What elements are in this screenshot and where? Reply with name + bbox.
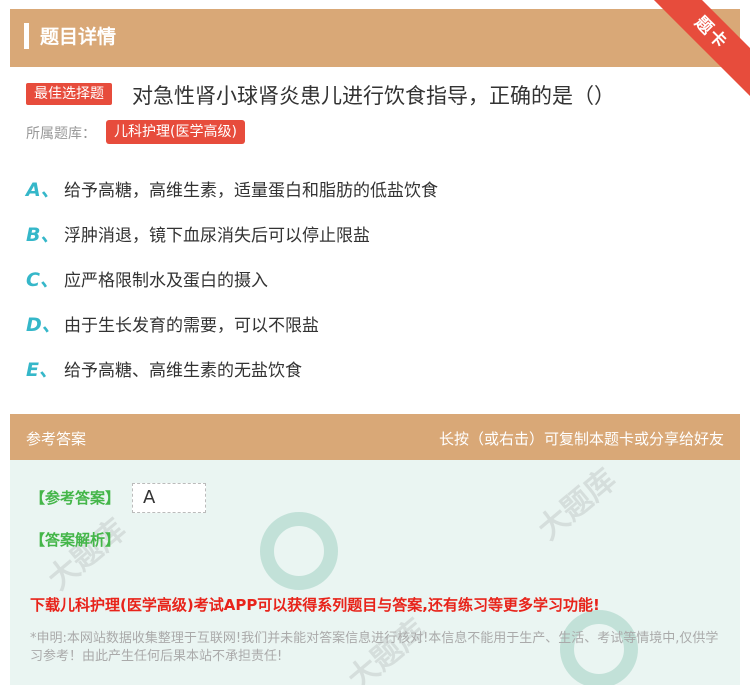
option-letter: C、 [26, 269, 59, 291]
option-c[interactable]: C、 应严格限制水及蛋白的摄入 [26, 265, 726, 310]
option-letter: B、 [26, 224, 60, 246]
question-text: 对急性肾小球肾炎患儿进行饮食指导，正确的是（） [132, 84, 615, 108]
answer-section-title: 参考答案 [26, 430, 87, 448]
option-letter: D、 [26, 314, 61, 336]
option-text: 浮肿消退，镜下血尿消失后可以停止限盐 [64, 226, 370, 246]
answer-panel: ⼤题库 ⼤题库 ⼤题库 【参考答案】 A 【答案解析】 下载儿科护理(医学高级)… [10, 460, 740, 685]
answer-analysis-label: 【答案解析】 [30, 531, 121, 549]
option-letter: E、 [26, 359, 58, 381]
bank-label: 所属题库： [26, 126, 96, 142]
share-hint: 长按（或右击）可复制本题卡或分享给好友 [438, 430, 724, 448]
watermark: ⼤题库 [41, 512, 133, 598]
reference-answer-value: A [132, 483, 206, 513]
option-a[interactable]: A、 给予高糖，高维生素，适量蛋白和脂肪的低盐饮食 [26, 175, 726, 220]
bank-badge-link[interactable]: 儿科护理(医学高级) [106, 120, 245, 144]
option-text: 给予高糖、高维生素的无盐饮食 [64, 361, 302, 381]
option-text: 应严格限制水及蛋白的摄入 [64, 271, 268, 291]
header-bar [10, 9, 740, 67]
option-text: 给予高糖，高维生素，适量蛋白和脂肪的低盐饮食 [64, 181, 438, 201]
question-row: 最佳选择题 对急性肾小球肾炎患儿进行饮食指导，正确的是（） [26, 80, 730, 110]
options-list: A、 给予高糖，高维生素，适量蛋白和脂肪的低盐饮食 B、 浮肿消退，镜下血尿消失… [26, 175, 726, 400]
option-letter: A、 [26, 179, 60, 201]
reference-answer-label: 【参考答案】 [30, 489, 121, 507]
option-d[interactable]: D、 由于生长发育的需要，可以不限盐 [26, 310, 726, 355]
option-e[interactable]: E、 给予高糖、高维生素的无盐饮食 [26, 355, 726, 400]
watermark-logo-icon [260, 512, 338, 590]
header-accent [24, 23, 29, 49]
watermark: ⼤题库 [531, 462, 623, 548]
disclaimer: *申明:本网站数据收集整理于互联网!我们并未能对答案信息进行核对!本信息不能用于… [30, 631, 719, 664]
option-b[interactable]: B、 浮肿消退，镜下血尿消失后可以停止限盐 [26, 220, 726, 265]
page-title: 题目详情 [40, 26, 117, 48]
answer-header: 参考答案 长按（或右击）可复制本题卡或分享给好友 [10, 414, 740, 460]
question-type-badge: 最佳选择题 [26, 83, 112, 105]
download-app-link[interactable]: 下载儿科护理(医学高级)考试APP可以获得系列题目与答案,还有练习等更多学习功能… [30, 594, 600, 615]
option-text: 由于生长发育的需要，可以不限盐 [64, 316, 319, 336]
